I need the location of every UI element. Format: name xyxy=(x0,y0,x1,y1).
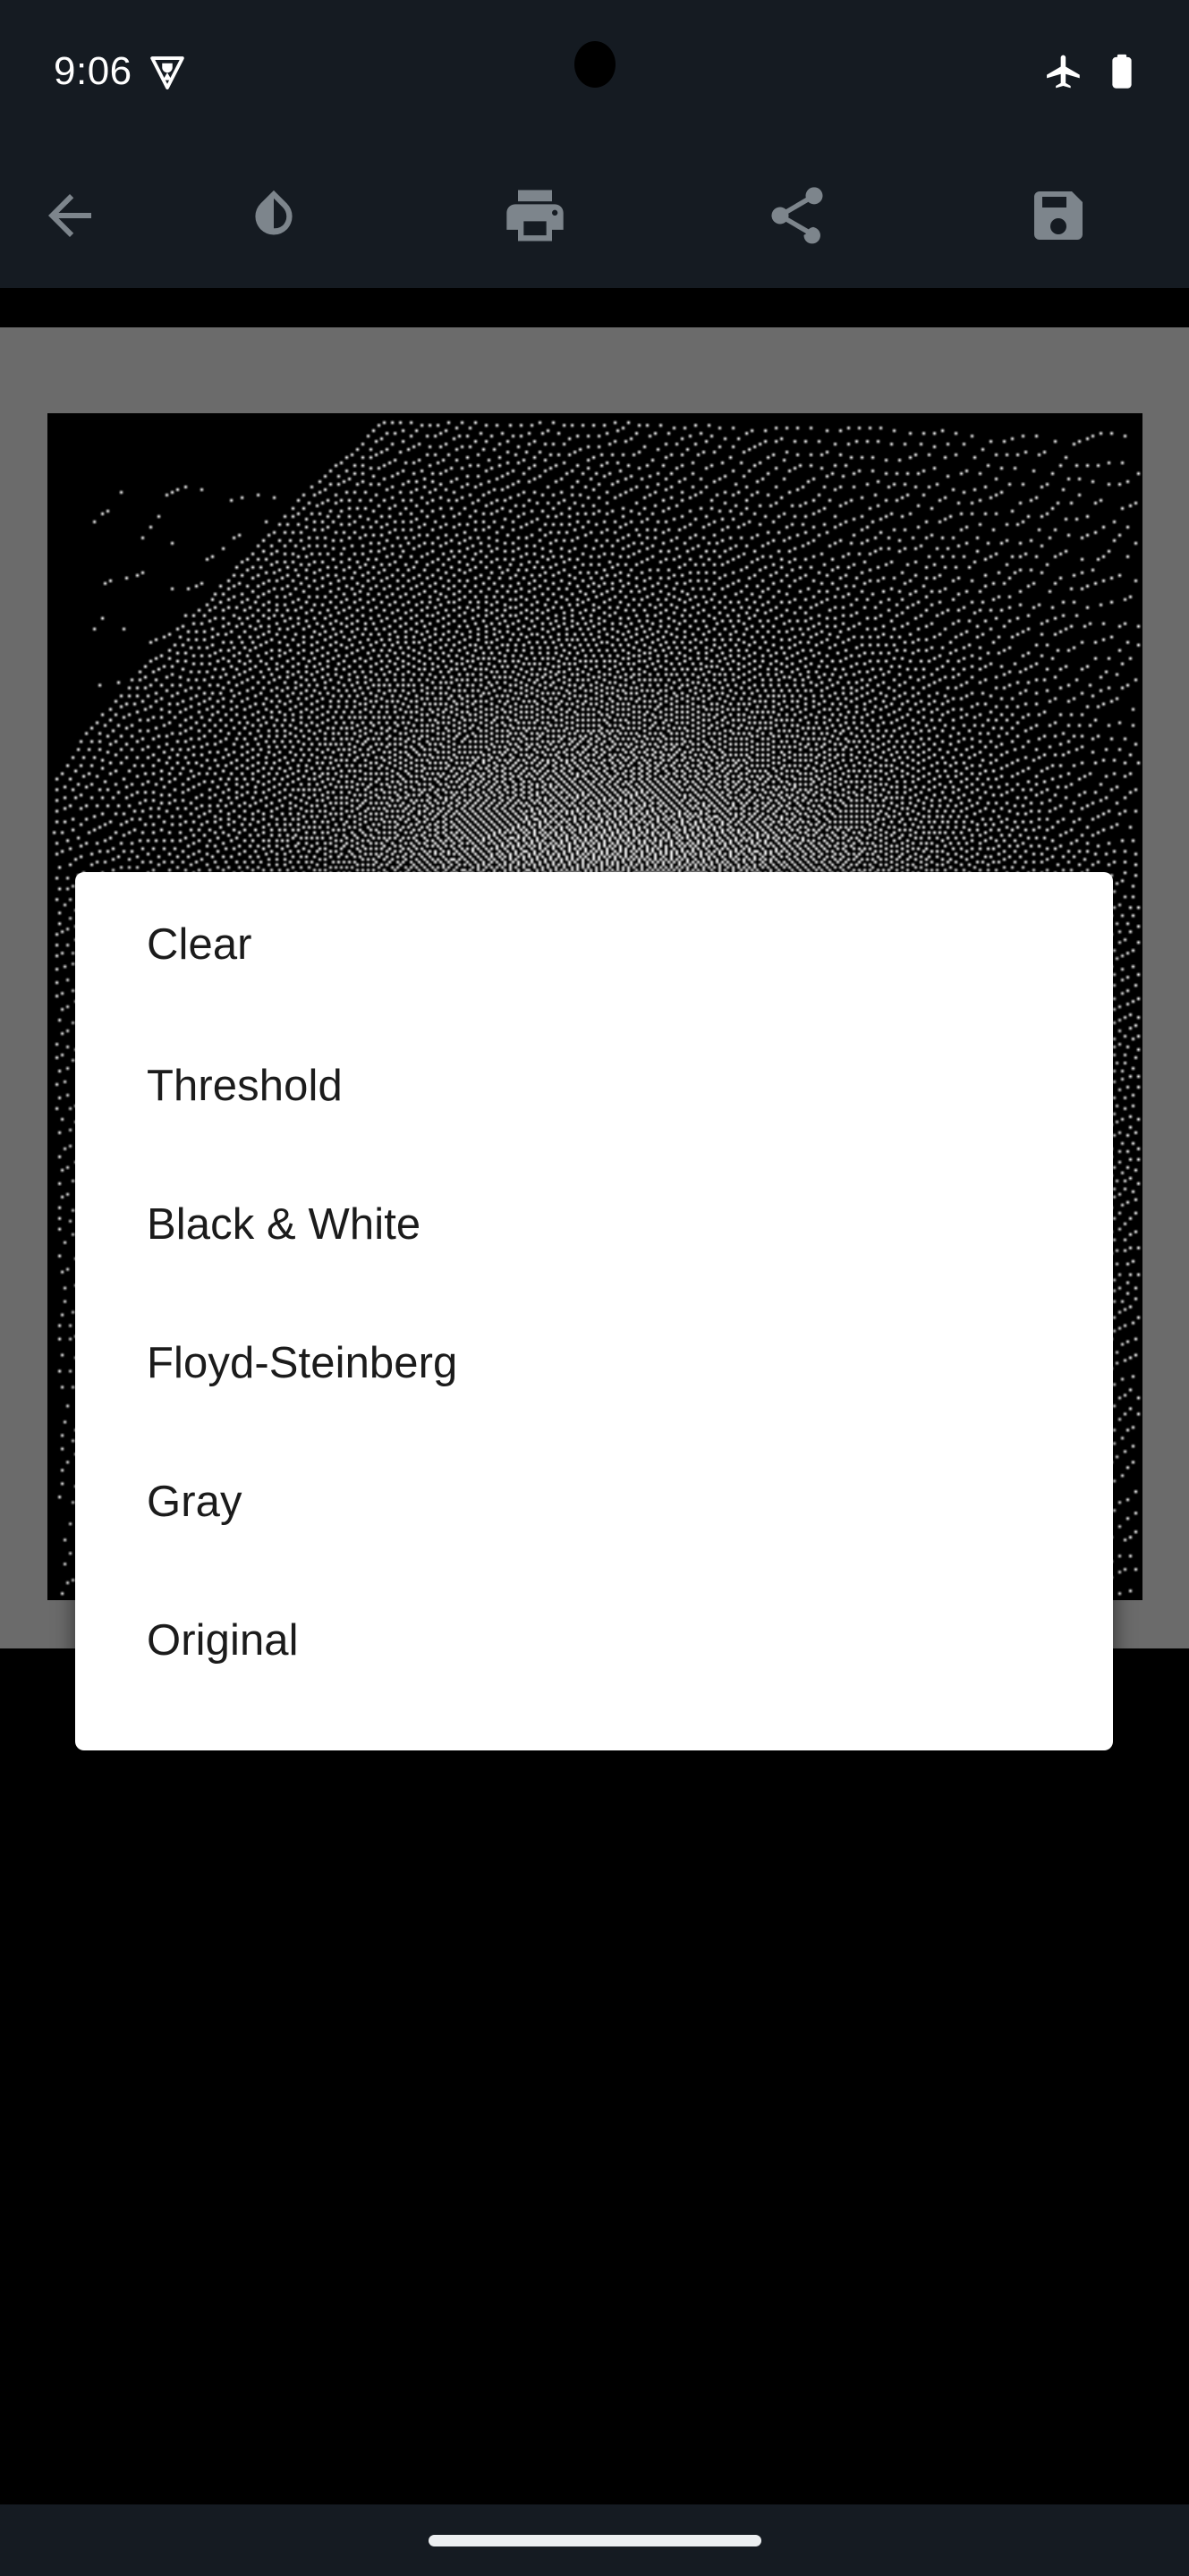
arrow-left-icon xyxy=(38,183,102,248)
status-bar-right xyxy=(1044,52,1135,91)
print-button[interactable] xyxy=(404,143,666,288)
app-notification-icon xyxy=(147,51,188,92)
status-bar-left: 9:06 xyxy=(54,49,188,94)
share-icon xyxy=(763,182,831,250)
battery-icon xyxy=(1108,52,1135,91)
back-button[interactable] xyxy=(0,143,143,288)
home-gesture-pill[interactable] xyxy=(428,2534,761,2546)
content-bottom-gutter xyxy=(0,1648,1189,2504)
dialog-item-black-and-white[interactable]: Black & White xyxy=(75,1156,1113,1294)
dialog-item-threshold[interactable]: Threshold xyxy=(75,1017,1113,1156)
dialog-item-floyd-steinberg[interactable]: Floyd-Steinberg xyxy=(75,1294,1113,1433)
airplane-mode-icon xyxy=(1044,52,1083,91)
dialog-item-label: Clear xyxy=(147,919,252,969)
printer-icon xyxy=(501,182,569,250)
dialog-item-label: Floyd-Steinberg xyxy=(147,1339,458,1387)
invert-colors-button[interactable] xyxy=(143,143,404,288)
status-bar: 9:06 xyxy=(0,0,1189,143)
filter-mode-dialog: Clear Threshold Black & White Floyd-Stei… xyxy=(75,872,1113,1750)
dialog-item-label: Original xyxy=(147,1616,299,1665)
dialog-item-label: Gray xyxy=(147,1478,242,1526)
dialog-item-label: Threshold xyxy=(147,1062,343,1110)
dialog-item-original[interactable]: Original xyxy=(75,1572,1113,1710)
dialog-item-clear[interactable]: Clear xyxy=(75,872,1113,1017)
save-button[interactable] xyxy=(928,143,1189,288)
contrast-droplet-icon xyxy=(240,182,308,250)
app-toolbar xyxy=(0,143,1189,288)
front-camera-cutout xyxy=(573,41,616,88)
phone-screen: 9:06 Clear Threshold Black & White Floyd… xyxy=(0,0,1189,2576)
share-button[interactable] xyxy=(667,143,928,288)
content-top-gutter xyxy=(0,288,1189,327)
status-bar-clock: 9:06 xyxy=(54,49,132,93)
dialog-item-label: Black & White xyxy=(147,1200,421,1249)
system-navigation-bar xyxy=(0,2504,1189,2576)
floppy-disk-icon xyxy=(1026,183,1091,248)
dialog-option-list: Clear Threshold Black & White Floyd-Stei… xyxy=(75,872,1113,1710)
dialog-item-gray[interactable]: Gray xyxy=(75,1433,1113,1572)
